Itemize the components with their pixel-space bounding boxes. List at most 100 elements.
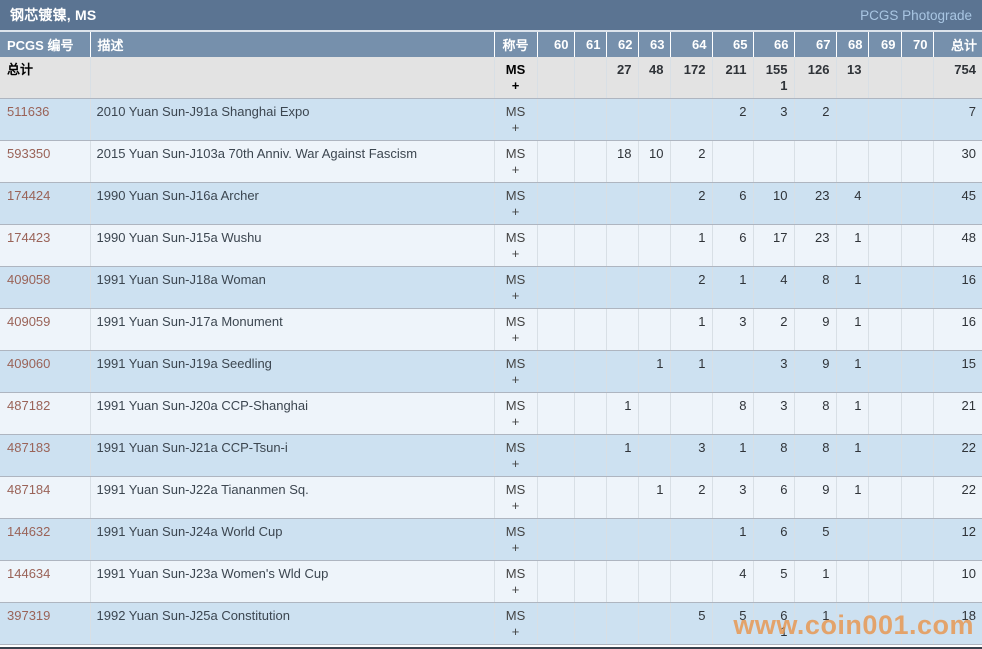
grade-cell-69 <box>868 602 901 644</box>
grade-cell-64: 2 <box>670 140 712 182</box>
grade-cell-61 <box>574 476 606 518</box>
grade-cell-61 <box>574 266 606 308</box>
grade-cell-63 <box>638 266 670 308</box>
grade-cell-70 <box>901 476 933 518</box>
grade-cell-69 <box>868 182 901 224</box>
pcgs-number-link[interactable]: 409060 <box>7 356 50 371</box>
pcgs-number-link[interactable]: 511636 <box>7 104 49 119</box>
grade-cell-65: 1 <box>712 518 753 560</box>
grade-cell-64 <box>670 518 712 560</box>
grade-cell-68 <box>836 560 868 602</box>
col-header-63: 63 <box>638 32 670 57</box>
grade-cell-68: 1 <box>836 350 868 392</box>
pcgs-number-cell: 174423 <box>0 224 90 266</box>
grade-cell-67: 1 <box>794 602 836 644</box>
table-row: 1446321991 Yuan Sun-J24a World CupMS+165… <box>0 518 982 560</box>
grade-cell-64: 2 <box>670 476 712 518</box>
grade-cell-69 <box>868 140 901 182</box>
grade-cell-65: 6 <box>712 224 753 266</box>
grade-cell-63 <box>638 518 670 560</box>
grade-cell-63: 1 <box>638 476 670 518</box>
grade-cell-61 <box>574 392 606 434</box>
grade-cell-70 <box>901 350 933 392</box>
pcgs-photograde-link[interactable]: PCGS Photograde <box>860 8 972 23</box>
grade-cell-62 <box>606 224 638 266</box>
grade-cell-64: 1 <box>670 350 712 392</box>
grade-cell-62 <box>606 602 638 644</box>
col-header-designation: 称号 <box>494 32 537 57</box>
grade-cell-69 <box>868 98 901 140</box>
grade-cell-70 <box>901 602 933 644</box>
grade-cell-65: 2 <box>712 98 753 140</box>
grade-cell-65: 4 <box>712 560 753 602</box>
grade-cell-66: 17 <box>753 224 794 266</box>
grade-cell-62: 27 <box>606 57 638 98</box>
total-cell: 48 <box>933 224 982 266</box>
grade-cell-68 <box>836 98 868 140</box>
total-cell: 21 <box>933 392 982 434</box>
pcgs-number-link[interactable]: 487182 <box>7 398 50 413</box>
grade-cell-62 <box>606 182 638 224</box>
pcgs-number-link[interactable]: 409059 <box>7 314 50 329</box>
grade-cell-61 <box>574 518 606 560</box>
pcgs-number-link[interactable]: 487184 <box>7 482 50 497</box>
table-row: 5933502015 Yuan Sun-J103a 70th Anniv. Wa… <box>0 140 982 182</box>
table-row: 4090581991 Yuan Sun-J18a WomanMS+2148116 <box>0 266 982 308</box>
grade-cell-65: 3 <box>712 308 753 350</box>
grade-cell-68 <box>836 518 868 560</box>
grade-cell-60 <box>537 392 574 434</box>
grade-cell-63: 48 <box>638 57 670 98</box>
grade-cell-66: 10 <box>753 182 794 224</box>
pcgs-number-link[interactable]: 593350 <box>7 146 50 161</box>
table-row: 1744241990 Yuan Sun-J16a ArcherMS+261023… <box>0 182 982 224</box>
grade-cell-66: 5 <box>753 560 794 602</box>
table-row: 4871821991 Yuan Sun-J20a CCP-ShanghaiMS+… <box>0 392 982 434</box>
designation-cell: MS+ <box>494 476 537 518</box>
pcgs-number-link[interactable]: 487183 <box>7 440 50 455</box>
grade-cell-68: 13 <box>836 57 868 98</box>
grade-cell-70 <box>901 518 933 560</box>
grade-cell-70 <box>901 224 933 266</box>
grade-cell-64: 2 <box>670 182 712 224</box>
grade-cell-67: 126 <box>794 57 836 98</box>
grade-cell-70 <box>901 308 933 350</box>
grade-cell-64 <box>670 98 712 140</box>
grade-cell-64: 1 <box>670 308 712 350</box>
designation-cell: MS+ <box>494 434 537 476</box>
grade-cell-62 <box>606 308 638 350</box>
pcgs-number-link[interactable]: 174423 <box>7 230 50 245</box>
table-row: 4871831991 Yuan Sun-J21a CCP-Tsun-iMS+13… <box>0 434 982 476</box>
description-cell: 2010 Yuan Sun-J91a Shanghai Expo <box>90 98 494 140</box>
pcgs-number-cell: 174424 <box>0 182 90 224</box>
grade-cell-63 <box>638 98 670 140</box>
total-cell: 16 <box>933 308 982 350</box>
col-header-66: 66 <box>753 32 794 57</box>
pcgs-number-link[interactable]: 144634 <box>7 566 50 581</box>
description-cell: 1991 Yuan Sun-J22a Tiananmen Sq. <box>90 476 494 518</box>
pcgs-number-link[interactable]: 174424 <box>7 188 50 203</box>
description-cell: 1990 Yuan Sun-J16a Archer <box>90 182 494 224</box>
designation-cell: MS+ <box>494 140 537 182</box>
pcgs-number-link[interactable]: 409058 <box>7 272 50 287</box>
designation-cell: MS+ <box>494 224 537 266</box>
description-cell: 1992 Yuan Sun-J25a Constitution <box>90 602 494 644</box>
col-header-60: 60 <box>537 32 574 57</box>
designation-cell: MS+ <box>494 182 537 224</box>
grade-cell-64: 172 <box>670 57 712 98</box>
table-row: 4090601991 Yuan Sun-J19a SeedlingMS+1139… <box>0 350 982 392</box>
grade-cell-60 <box>537 602 574 644</box>
page-title: 钢芯镀镍, MS <box>10 5 96 25</box>
grade-cell-60 <box>537 476 574 518</box>
pcgs-number-cell: 409060 <box>0 350 90 392</box>
grade-cell-65: 8 <box>712 392 753 434</box>
description-cell: 1991 Yuan Sun-J24a World Cup <box>90 518 494 560</box>
grade-cell-69 <box>868 434 901 476</box>
pcgs-number-link[interactable]: 397319 <box>7 608 50 623</box>
pcgs-number-link[interactable]: 144632 <box>7 524 50 539</box>
pcgs-number-cell: 397319 <box>0 602 90 644</box>
grade-cell-63 <box>638 602 670 644</box>
table-row: 5116362010 Yuan Sun-J91a Shanghai ExpoMS… <box>0 98 982 140</box>
pcgs-number-cell: 409059 <box>0 308 90 350</box>
grade-cell-67 <box>794 140 836 182</box>
grade-cell-62: 1 <box>606 392 638 434</box>
